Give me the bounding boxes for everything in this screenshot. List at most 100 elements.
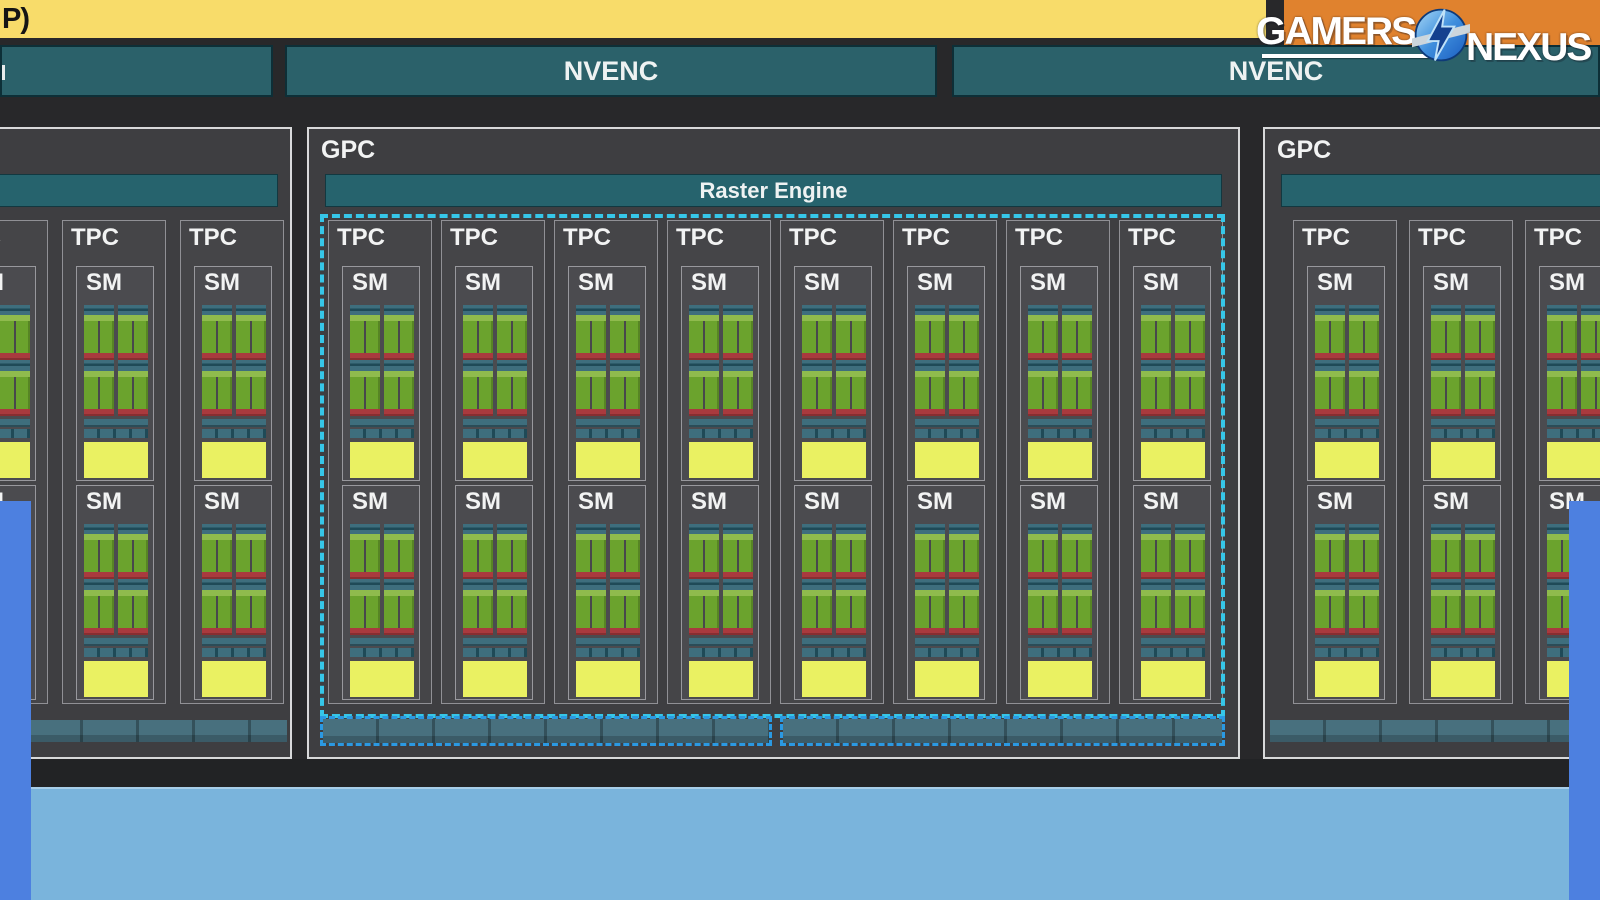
sm-partition-row — [1315, 305, 1379, 416]
sm-label: SM — [1433, 269, 1469, 297]
sfu-segmented-strip — [0, 429, 30, 438]
load-store-strip — [84, 638, 148, 646]
warp-scheduler-bar — [1547, 305, 1577, 315]
logo-text-nexus: NEXUS — [1466, 26, 1590, 70]
tensor-core-strip — [1581, 353, 1600, 360]
texture-rt-block — [84, 661, 148, 697]
texture-rt-block — [202, 661, 266, 697]
cuda-core-block — [118, 377, 148, 409]
sfu-segmented-strip — [1547, 429, 1600, 438]
load-store-strip — [1315, 638, 1379, 646]
dispatch-bar — [84, 360, 114, 371]
tensor-core-strip — [1465, 572, 1495, 579]
nvenc-label: NVENC — [564, 56, 659, 87]
warp-scheduler-bar — [1315, 524, 1345, 534]
tensor-core-strip — [0, 409, 30, 416]
dispatch-bar — [1465, 579, 1495, 590]
load-store-strip — [202, 638, 266, 646]
tensor-core-strip — [202, 409, 232, 416]
sm-partition-row — [84, 524, 148, 635]
tensor-core-strip — [0, 353, 30, 360]
warp-scheduler-bar — [236, 305, 266, 315]
cuda-core-block — [1581, 377, 1600, 409]
logo-text-gamers: GAMERS — [1256, 10, 1415, 54]
tensor-core-strip — [202, 353, 232, 360]
warp-scheduler-bar — [1349, 524, 1379, 534]
l2-cache-region — [31, 787, 1569, 900]
tensor-core-strip — [1315, 572, 1345, 579]
sm-partition-row — [1431, 524, 1495, 635]
sfu-segmented-strip — [202, 648, 266, 657]
warp-scheduler-bar — [1431, 524, 1461, 534]
tpc-block: TPCSMSM — [1293, 220, 1397, 704]
cuda-core-block — [1349, 596, 1379, 628]
warp-scheduler-bar — [202, 305, 232, 315]
sm-partition-row — [202, 524, 266, 635]
title-fragment: P) — [2, 3, 29, 35]
dispatch-bar — [202, 360, 232, 371]
highlight-dashed-rect — [320, 214, 1225, 718]
tensor-core-strip — [1465, 628, 1495, 635]
gpc-label: GPC — [1277, 136, 1331, 165]
tensor-core-strip — [118, 572, 148, 579]
warp-scheduler-bar — [118, 524, 148, 534]
texture-strip — [27, 720, 287, 742]
sm-partition — [1315, 524, 1345, 635]
tensor-core-strip — [1431, 353, 1461, 360]
sm-partition — [1581, 305, 1600, 416]
tpc-label: TPC — [1534, 224, 1582, 252]
tensor-core-strip — [236, 628, 266, 635]
sm-label: SM — [86, 488, 122, 516]
sm-partition — [84, 305, 114, 416]
dispatch-bar — [1349, 360, 1379, 371]
highlighted-texture-strip — [320, 716, 772, 746]
tensor-core-strip — [1547, 409, 1577, 416]
tpc-block: TPCSMSM — [1409, 220, 1513, 704]
sm-partition — [118, 305, 148, 416]
cuda-core-block — [84, 540, 114, 572]
sm-block: SM — [76, 485, 154, 700]
tensor-core-strip — [84, 353, 114, 360]
sm-label: SM — [1549, 269, 1585, 297]
texture-rt-block — [1431, 442, 1495, 478]
tensor-core-strip — [84, 572, 114, 579]
sm-block: SM — [0, 266, 36, 481]
sm-partition — [1431, 305, 1461, 416]
gamersnexus-globe-icon — [1412, 6, 1470, 64]
cuda-core-block — [1465, 540, 1495, 572]
dispatch-bar — [1349, 579, 1379, 590]
load-store-strip — [1431, 419, 1495, 427]
texture-rt-block — [0, 442, 30, 478]
sm-internal-blocks — [1315, 524, 1379, 697]
tensor-core-strip — [1581, 409, 1600, 416]
dispatch-bar — [202, 579, 232, 590]
texture-rt-block — [84, 442, 148, 478]
cuda-core-block — [1465, 321, 1495, 353]
cuda-core-block — [1315, 540, 1345, 572]
sm-partition — [236, 524, 266, 635]
cuda-core-block — [1315, 377, 1345, 409]
sm-partition — [0, 305, 30, 416]
dispatch-bar — [118, 579, 148, 590]
cuda-core-block — [1431, 321, 1461, 353]
chip-background-band — [0, 759, 1600, 787]
sm-partition — [1547, 305, 1577, 416]
cuda-core-block — [84, 321, 114, 353]
tensor-core-strip — [1465, 353, 1495, 360]
cuda-core-block — [0, 321, 30, 353]
highlighted-texture-strip — [780, 716, 1225, 746]
cuda-core-block — [1581, 321, 1600, 353]
sm-internal-blocks — [1431, 305, 1495, 478]
cuda-core-block — [1547, 377, 1577, 409]
sm-label: SM — [1317, 269, 1353, 297]
cuda-core-block — [118, 596, 148, 628]
sm-partition — [202, 524, 232, 635]
tpc-label: TPC — [71, 224, 119, 252]
sfu-segmented-strip — [1315, 429, 1379, 438]
sm-block: SM — [1307, 485, 1385, 700]
sm-block: SM — [194, 485, 272, 700]
sm-internal-blocks — [84, 524, 148, 697]
nvenc-bar-left-clipped — [0, 45, 273, 97]
cuda-core-block — [202, 377, 232, 409]
sm-label: SM — [204, 269, 240, 297]
